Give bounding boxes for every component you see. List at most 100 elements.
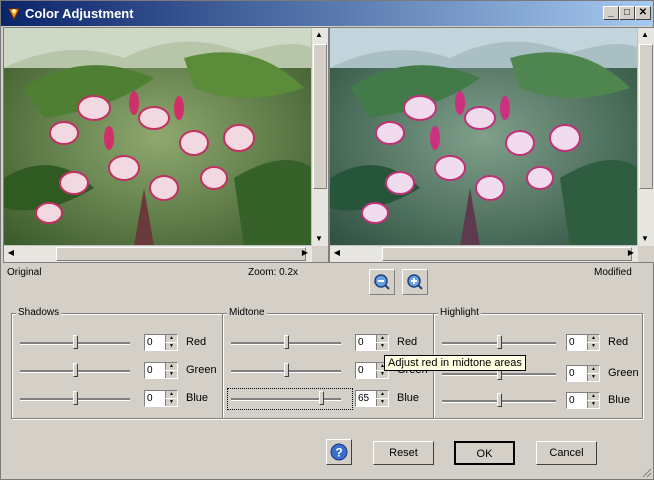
slider-knob[interactable]	[497, 335, 502, 349]
maximize-button[interactable]: □	[619, 6, 635, 20]
scroll-corner	[312, 246, 328, 262]
scroll-thumb[interactable]	[639, 44, 653, 189]
modified-caption: Modified	[594, 267, 632, 278]
scroll-up-icon[interactable]: ▲	[312, 28, 326, 42]
spin-value: 65	[358, 393, 370, 404]
shadows-blue-spinbox[interactable]: 0 ▲ ▼	[144, 390, 178, 407]
highlight-red-row: 0 ▲ ▼ Red	[442, 334, 642, 352]
slider-knob[interactable]	[284, 335, 289, 349]
original-vertical-scrollbar[interactable]: ▲ ▼	[311, 28, 328, 246]
cancel-button[interactable]: Cancel	[536, 441, 597, 465]
help-icon: ?	[330, 443, 348, 461]
svg-text:?: ?	[335, 446, 342, 460]
color-adjustment-window: Color Adjustment _ □ ✕ ▲ ▼ ◀ ▶ ▲ ▼ ◀ ▶ O…	[0, 0, 654, 480]
midtone-group-label: Midtone	[227, 307, 267, 318]
modified-vertical-scrollbar[interactable]: ▲ ▼	[637, 28, 654, 246]
original-preview[interactable]: ▲ ▼ ◀ ▶	[3, 27, 329, 263]
spin-value: 0	[147, 337, 153, 348]
spin-down-icon[interactable]: ▼	[165, 371, 177, 378]
slider-knob[interactable]	[284, 363, 289, 377]
scroll-up-icon[interactable]: ▲	[638, 28, 652, 42]
spin-up-icon[interactable]: ▲	[165, 335, 177, 342]
midtone-blue-label: Blue	[397, 392, 420, 404]
zoom-in-button[interactable]	[402, 269, 428, 295]
spin-down-icon[interactable]: ▼	[587, 343, 599, 350]
spin-down-icon[interactable]: ▼	[587, 374, 599, 381]
midtone-red-spinbox[interactable]: 0 ▲ ▼	[355, 334, 389, 351]
zoom-label: Zoom: 0.2x	[248, 267, 299, 278]
spin-value: 0	[358, 365, 364, 376]
original-image	[4, 28, 312, 246]
zoom-out-button[interactable]	[369, 269, 395, 295]
scroll-thumb[interactable]	[382, 247, 632, 261]
ok-button[interactable]: OK	[454, 441, 515, 465]
shadows-green-spinbox[interactable]: 0 ▲ ▼	[144, 362, 178, 379]
close-button[interactable]: ✕	[635, 6, 651, 20]
modified-preview[interactable]: ▲ ▼ ◀ ▶	[329, 27, 654, 263]
modified-horizontal-scrollbar[interactable]: ◀ ▶	[330, 245, 638, 262]
shadows-red-row: 0 ▲ ▼ Red	[20, 334, 220, 352]
highlight-blue-spinbox[interactable]: 0 ▲ ▼	[566, 392, 600, 409]
midtone-blue-row: 65 ▲ ▼ Blue	[231, 390, 431, 408]
scroll-down-icon[interactable]: ▼	[312, 232, 326, 246]
help-button[interactable]: ?	[326, 439, 352, 465]
shadows-green-row: 0 ▲ ▼ Green	[20, 362, 220, 380]
slider-knob[interactable]	[73, 391, 78, 405]
spin-up-icon[interactable]: ▲	[376, 391, 388, 398]
highlight-green-label: Green	[608, 367, 639, 379]
spin-up-icon[interactable]: ▲	[587, 366, 599, 373]
zoom-out-icon	[374, 274, 390, 290]
midtone-blue-slider[interactable]	[231, 398, 341, 401]
shadows-group: Shadows 0 ▲ ▼ Red 0 ▲ ▼ Green 0 ▲ ▼ Blue	[11, 307, 223, 419]
scroll-left-icon[interactable]: ◀	[330, 246, 344, 260]
original-horizontal-scrollbar[interactable]: ◀ ▶	[4, 245, 312, 262]
minimize-button[interactable]: _	[603, 6, 619, 20]
scroll-left-icon[interactable]: ◀	[4, 246, 18, 260]
highlight-group-label: Highlight	[438, 307, 481, 318]
scroll-thumb[interactable]	[56, 247, 306, 261]
tooltip: Adjust red in midtone areas	[384, 355, 526, 371]
slider-knob[interactable]	[73, 335, 78, 349]
spin-value: 0	[569, 337, 575, 348]
shadows-red-label: Red	[186, 336, 207, 348]
shadows-red-spinbox[interactable]: 0 ▲ ▼	[144, 334, 178, 351]
spin-up-icon[interactable]: ▲	[587, 335, 599, 342]
slider-knob[interactable]	[319, 391, 324, 405]
spin-up-icon[interactable]: ▲	[587, 393, 599, 400]
spin-value: 0	[358, 337, 364, 348]
highlight-red-spinbox[interactable]: 0 ▲ ▼	[566, 334, 600, 351]
spin-down-icon[interactable]: ▼	[376, 371, 388, 378]
spin-down-icon[interactable]: ▼	[376, 343, 388, 350]
title-bar: Color Adjustment _ □ ✕	[1, 1, 653, 26]
original-caption: Original	[7, 267, 42, 278]
spin-up-icon[interactable]: ▲	[376, 335, 388, 342]
spin-down-icon[interactable]: ▼	[376, 399, 388, 406]
scroll-right-icon[interactable]: ▶	[298, 246, 312, 260]
midtone-blue-spinbox[interactable]: 65 ▲ ▼	[355, 390, 389, 407]
spin-down-icon[interactable]: ▼	[165, 399, 177, 406]
slider-knob[interactable]	[73, 363, 78, 377]
slider-knob[interactable]	[497, 393, 502, 407]
reset-button[interactable]: Reset	[373, 441, 434, 465]
midtone-red-label: Red	[397, 336, 418, 348]
resize-grip-icon[interactable]	[640, 466, 652, 478]
scroll-thumb[interactable]	[313, 44, 327, 189]
scroll-down-icon[interactable]: ▼	[638, 232, 652, 246]
spin-value: 0	[147, 393, 153, 404]
zoom-in-icon	[407, 274, 423, 290]
highlight-blue-row: 0 ▲ ▼ Blue	[442, 392, 642, 410]
spin-up-icon[interactable]: ▲	[165, 363, 177, 370]
shadows-group-label: Shadows	[16, 307, 62, 318]
modified-image	[330, 28, 638, 246]
midtone-red-row: 0 ▲ ▼ Red	[231, 334, 431, 352]
spin-down-icon[interactable]: ▼	[587, 401, 599, 408]
highlight-blue-label: Blue	[608, 394, 631, 406]
spin-down-icon[interactable]: ▼	[165, 343, 177, 350]
shadows-blue-row: 0 ▲ ▼ Blue	[20, 390, 220, 408]
scroll-corner	[638, 246, 654, 262]
scroll-right-icon[interactable]: ▶	[624, 246, 638, 260]
spin-value: 0	[569, 368, 575, 379]
spin-up-icon[interactable]: ▲	[165, 391, 177, 398]
highlight-green-spinbox[interactable]: 0 ▲ ▼	[566, 365, 600, 382]
app-icon	[8, 8, 20, 20]
